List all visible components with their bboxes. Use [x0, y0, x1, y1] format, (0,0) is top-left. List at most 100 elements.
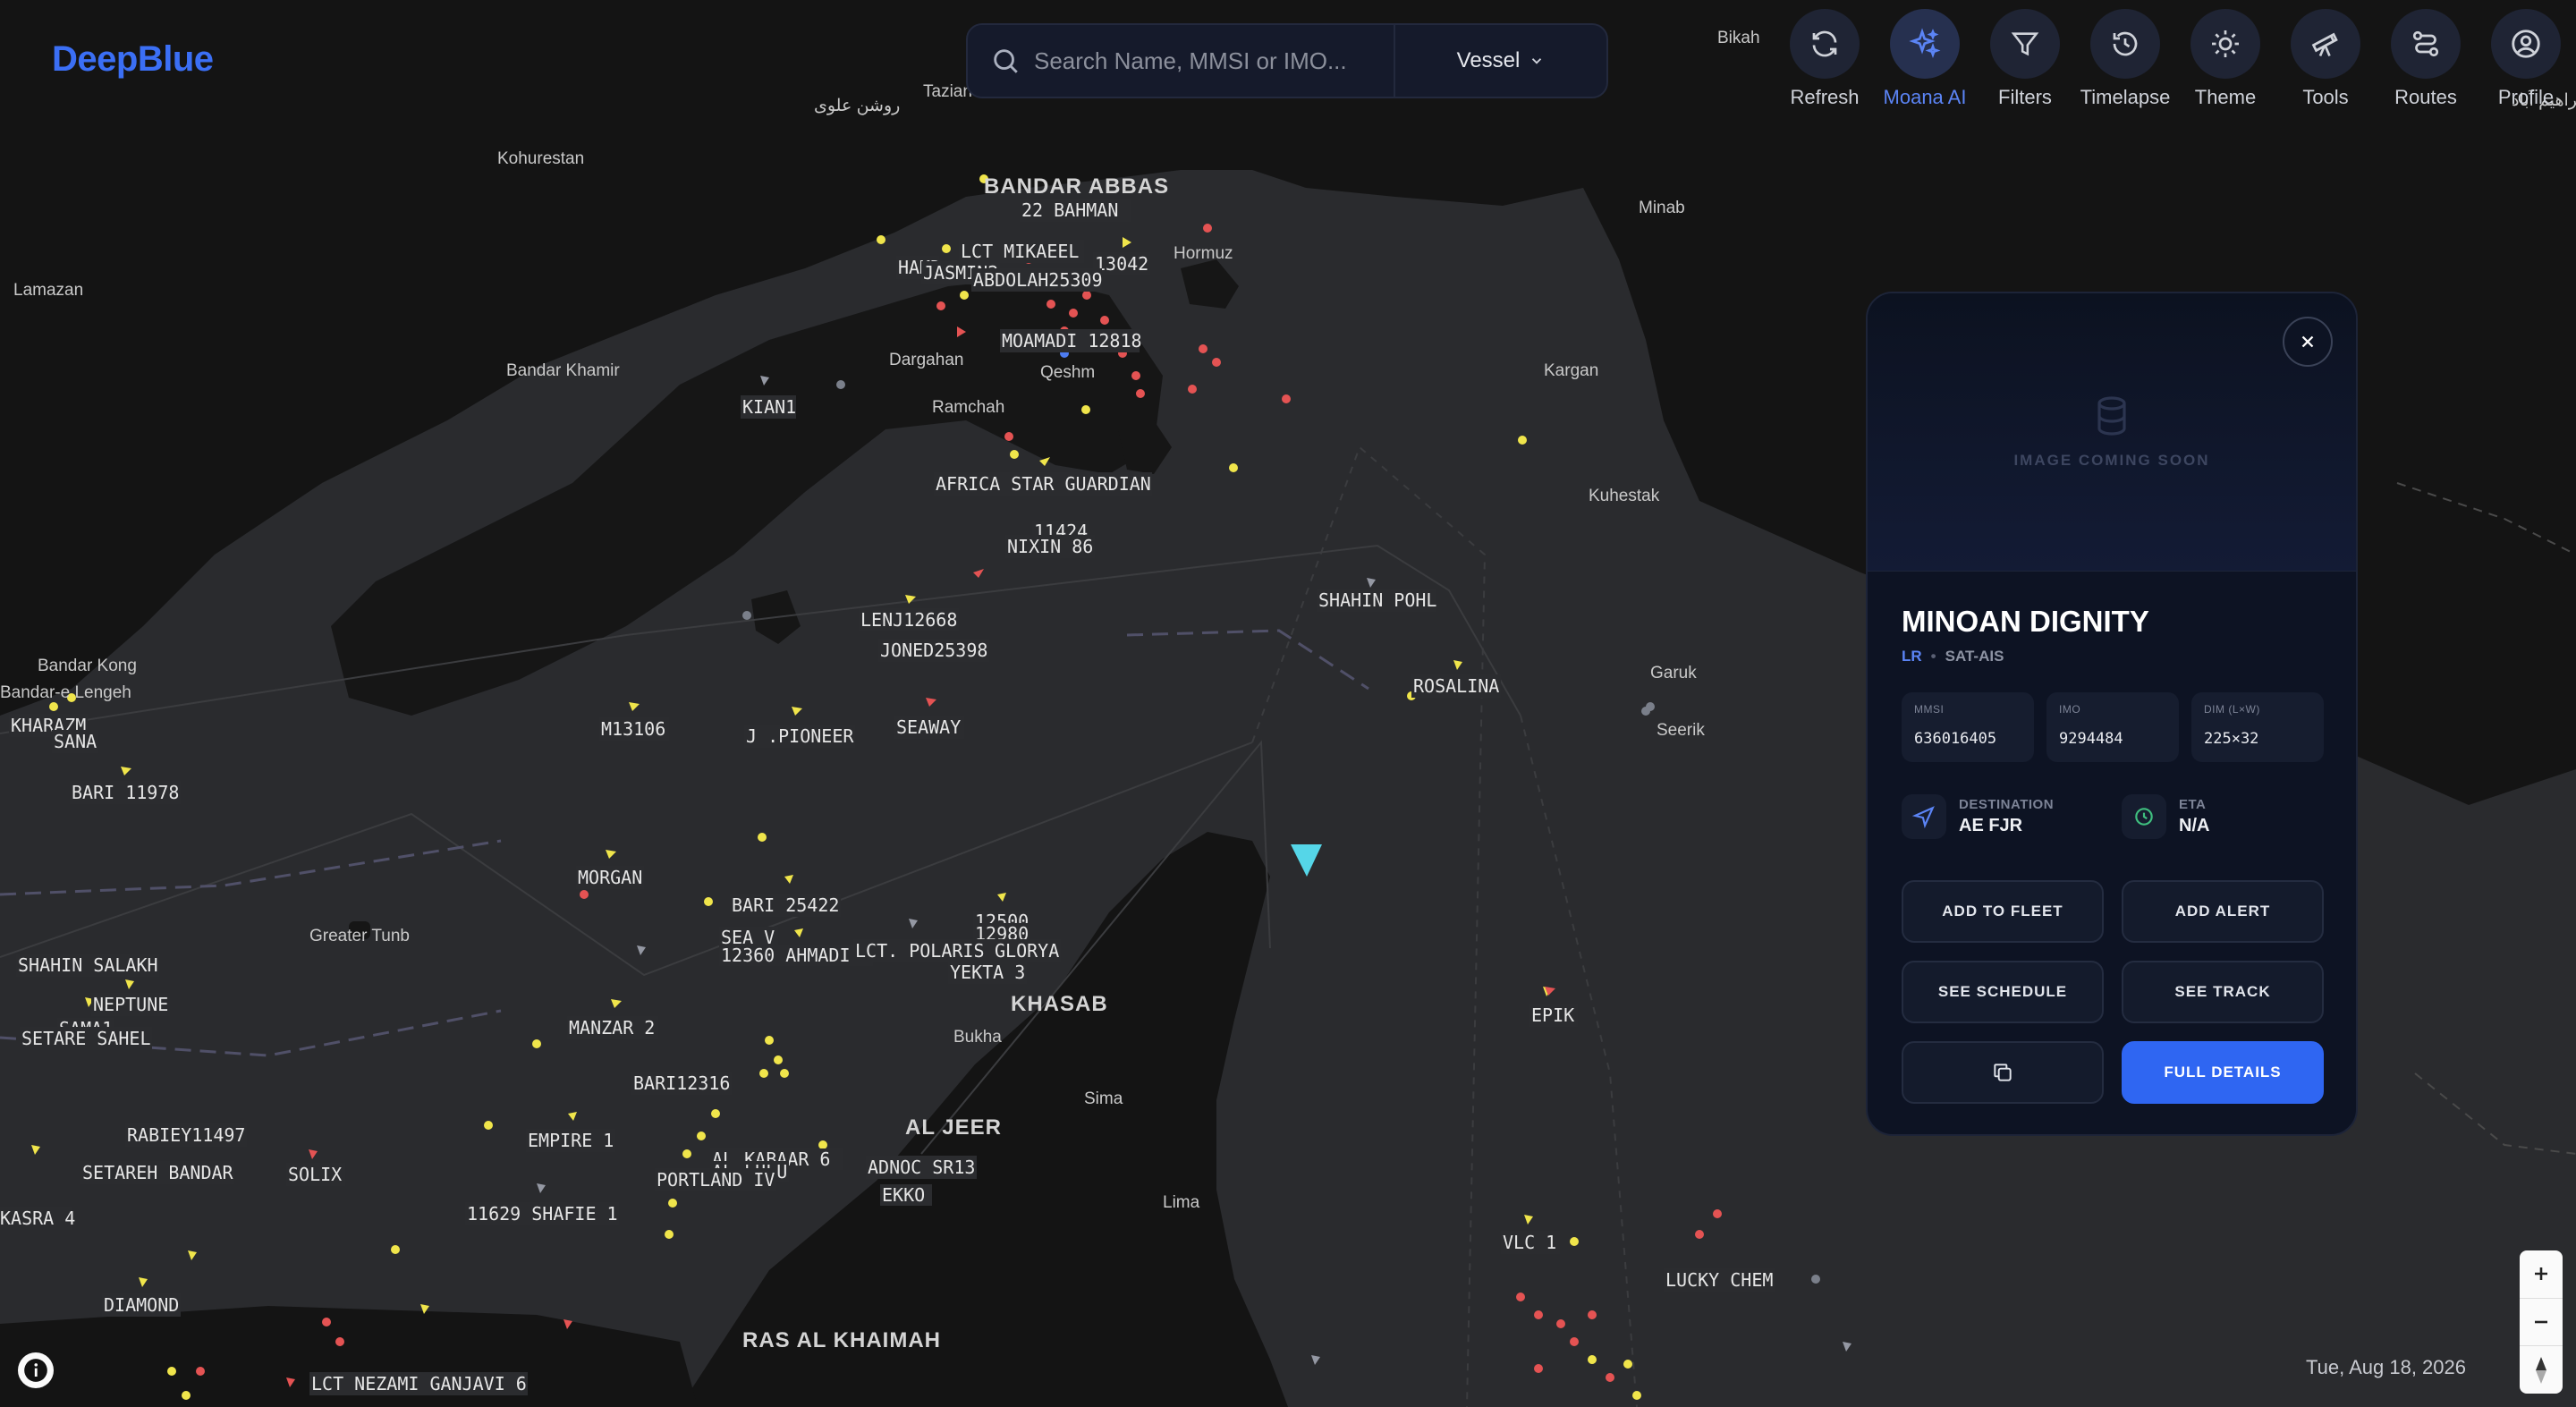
eta-label: ETA — [2179, 797, 2207, 812]
toolbar: Refresh Moana AI Filters Timelapse Theme… — [1775, 9, 2576, 109]
svg-text:SEAWAY: SEAWAY — [896, 716, 961, 738]
timelapse-label: Timelapse — [2080, 86, 2171, 108]
zoom-out-button[interactable] — [2520, 1299, 2563, 1347]
svg-text:GLORYA: GLORYA — [995, 940, 1059, 962]
svg-text:SHAHIN POHL: SHAHIN POHL — [1318, 589, 1436, 611]
copy-button[interactable] — [1902, 1041, 2104, 1104]
refresh-button[interactable]: Refresh — [1775, 9, 1875, 109]
svg-text:13042: 13042 — [1095, 253, 1148, 275]
svg-text:ADNOC SR13: ADNOC SR13 — [868, 1157, 975, 1178]
svg-text:MORGAN: MORGAN — [578, 867, 642, 888]
database-icon — [2097, 396, 2126, 436]
svg-text:Kargan: Kargan — [1544, 361, 1598, 380]
svg-text:Garuk: Garuk — [1650, 664, 1697, 682]
filters-label: Filters — [1998, 86, 2052, 108]
separator-dot: • — [1930, 648, 1936, 665]
add-alert-button[interactable]: ADD ALERT — [2122, 880, 2324, 943]
svg-text:EMPIRE 1: EMPIRE 1 — [528, 1130, 614, 1151]
refresh-label: Refresh — [1790, 86, 1860, 108]
svg-text:NEPTUNE: NEPTUNE — [93, 994, 168, 1015]
svg-text:Qeshm: Qeshm — [1040, 363, 1095, 382]
svg-text:Greater Tunb: Greater Tunb — [309, 927, 410, 945]
svg-text:J .PIONEER: J .PIONEER — [746, 725, 854, 747]
close-button[interactable] — [2283, 317, 2333, 367]
svg-text:KIAN1: KIAN1 — [742, 396, 796, 418]
eta-info: ETA N/A — [2122, 794, 2209, 839]
svg-text:KASRA 4: KASRA 4 — [0, 1208, 75, 1229]
app-logo[interactable]: DeepBlue — [52, 39, 214, 80]
search-icon — [979, 46, 1032, 76]
moana-ai-label: Moana AI — [1883, 86, 1967, 108]
svg-text:SETAREH BANDAR: SETAREH BANDAR — [82, 1162, 234, 1183]
svg-text:SANA: SANA — [54, 731, 97, 752]
imo-field: IMO 9294484 — [2046, 692, 2179, 762]
mmsi-label: MMSI — [1914, 703, 1945, 716]
see-schedule-button[interactable]: SEE SCHEDULE — [1902, 961, 2104, 1023]
svg-text:BANDAR ABBAS: BANDAR ABBAS — [984, 174, 1169, 199]
svg-text:Seerik: Seerik — [1657, 721, 1705, 740]
profile-label: Profile — [2497, 86, 2555, 108]
search-bar[interactable]: Vessel — [966, 23, 1608, 98]
navigation-icon — [1912, 806, 1935, 828]
info-icon — [24, 1359, 47, 1382]
filters-button[interactable]: Filters — [1975, 9, 2075, 109]
svg-text:LCT. POLARIS: LCT. POLARIS — [855, 940, 985, 962]
tools-button[interactable]: Tools — [2275, 9, 2376, 109]
svg-text:LCT NEZAMI GANJAVI 6: LCT NEZAMI GANJAVI 6 — [311, 1373, 527, 1394]
search-input[interactable] — [1032, 46, 1394, 76]
profile-button[interactable]: Profile — [2476, 9, 2576, 109]
routes-label: Routes — [2394, 86, 2457, 108]
vessel-class: LR — [1902, 648, 1922, 665]
compass-button[interactable] — [2520, 1346, 2563, 1394]
clock-icon — [2135, 808, 2153, 826]
info-button[interactable] — [18, 1352, 54, 1388]
routes-button[interactable]: Routes — [2376, 9, 2476, 109]
filter-icon — [2011, 32, 2039, 56]
theme-button[interactable]: Theme — [2175, 9, 2275, 109]
svg-text:Ramchah: Ramchah — [932, 398, 1004, 417]
svg-text:M13106: M13106 — [601, 718, 665, 740]
svg-text:NIXIN 86: NIXIN 86 — [1007, 536, 1093, 557]
timelapse-button[interactable]: Timelapse — [2075, 9, 2175, 109]
theme-label: Theme — [2194, 86, 2257, 108]
svg-text:Bandar-e Lengeh: Bandar-e Lengeh — [0, 683, 131, 702]
svg-text:AFRICA STAR GUARDIAN: AFRICA STAR GUARDIAN — [936, 473, 1151, 495]
destination-label: DESTINATION — [1959, 797, 2055, 812]
svg-text:Kuhestak: Kuhestak — [1589, 487, 1660, 505]
dimensions-label: DIM (L×W) — [2204, 703, 2260, 716]
mmsi-value: 636016405 — [1914, 730, 1997, 748]
svg-text:LENJ12668: LENJ12668 — [860, 609, 957, 631]
svg-text:Bikah: Bikah — [1717, 29, 1760, 47]
sun-icon — [2212, 30, 2239, 57]
svg-text:SETARE SAHEL: SETARE SAHEL — [21, 1028, 151, 1049]
tools-label: Tools — [2302, 86, 2349, 108]
vessel-detail-card: IMAGE COMING SOON MINOAN DIGNITY LR • SA… — [1866, 292, 2358, 1136]
telescope-icon — [2311, 32, 2338, 57]
svg-text:DIAMOND: DIAMOND — [104, 1294, 179, 1316]
svg-text:22 BAHMAN: 22 BAHMAN — [1021, 199, 1118, 221]
chevron-down-icon — [1532, 58, 1542, 64]
svg-text:Kohurestan: Kohurestan — [497, 149, 584, 168]
imo-value: 9294484 — [2059, 730, 2123, 748]
svg-text:Lamazan: Lamazan — [13, 281, 83, 300]
svg-text:MOAMADI 12818: MOAMADI 12818 — [1002, 330, 1142, 352]
svg-text:Bandar Khamir: Bandar Khamir — [506, 361, 620, 380]
copy-icon — [1994, 1064, 2012, 1081]
zoom-in-button[interactable] — [2520, 1250, 2563, 1299]
add-to-fleet-button[interactable]: ADD TO FLEET — [1902, 880, 2104, 943]
svg-text:PORTLAND IV: PORTLAND IV — [657, 1169, 775, 1191]
see-track-button[interactable]: SEE TRACK — [2122, 961, 2324, 1023]
svg-text:LCT MIKAEEL: LCT MIKAEEL — [961, 241, 1079, 262]
svg-text:YEKTA 3: YEKTA 3 — [950, 962, 1025, 983]
svg-text:Bandar Kong: Bandar Kong — [38, 657, 137, 675]
dimensions-value: 225×32 — [2204, 730, 2259, 748]
svg-text:ABDOLAH25309: ABDOLAH25309 — [973, 269, 1103, 291]
moana-ai-button[interactable]: Moana AI — [1875, 9, 1975, 109]
search-type-dropdown[interactable]: Vessel — [1395, 48, 1606, 73]
vessel-name: MINOAN DIGNITY — [1902, 605, 2149, 638]
svg-text:RAS AL KHAIMAH: RAS AL KHAIMAH — [742, 1328, 941, 1352]
full-details-button[interactable]: FULL DETAILS — [2122, 1041, 2324, 1104]
refresh-icon — [1812, 30, 1837, 57]
svg-text:JONED25398: JONED25398 — [880, 640, 987, 661]
vessel-source: SAT-AIS — [1945, 648, 2004, 665]
